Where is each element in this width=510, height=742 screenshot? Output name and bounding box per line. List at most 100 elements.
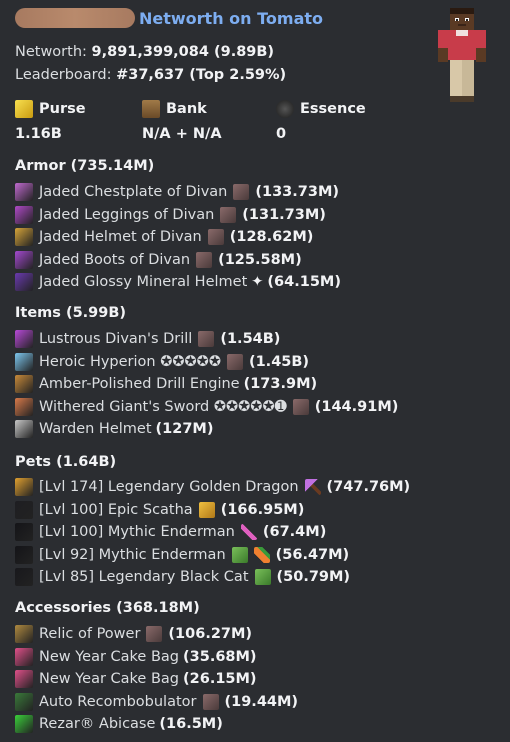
networth-value: 9,891,399,084 (9.89B) xyxy=(91,44,275,60)
gemstone-slot-icon xyxy=(207,229,224,245)
gemstone-slot-icon xyxy=(233,184,250,200)
gemstone-slot-icon xyxy=(226,353,243,370)
items-section-title: Items (5.99B) xyxy=(15,305,127,321)
gold-block-icon xyxy=(198,501,215,518)
accessories-item-value: (35.68M) xyxy=(183,648,257,665)
warden-helmet-icon xyxy=(15,420,33,438)
scatha-icon xyxy=(15,500,33,519)
items-item-value: (127M) xyxy=(155,421,214,437)
armor-item-name: Jaded Chestplate of Divan xyxy=(39,184,228,200)
slime-icon xyxy=(231,546,248,563)
sparkle-icon: ✦ xyxy=(251,274,264,290)
armor-item-name: Jaded Glossy Mineral Helmet xyxy=(39,274,248,290)
sword-icon xyxy=(240,524,257,540)
giant-sword-icon xyxy=(15,397,33,416)
leggings-icon xyxy=(15,205,33,224)
leaderboard-label: Leaderboard: xyxy=(15,67,112,83)
pets-item-value: (56.47M) xyxy=(275,546,350,563)
purse-field: Purse 1.16B xyxy=(15,100,86,142)
armor-section-title: Armor (735.14M) xyxy=(15,158,155,174)
armor-row: Jaded Glossy Mineral Helmet ✦ (64.15M) xyxy=(15,273,341,291)
accessories-item-value: (26.15M) xyxy=(183,671,257,687)
bank-label: Bank xyxy=(166,101,207,117)
relic-icon xyxy=(15,625,33,643)
items-row: Warden Helmet (127M) xyxy=(15,420,213,438)
carrot-icon xyxy=(253,546,270,563)
author-name-redacted xyxy=(15,8,135,28)
networth-line: Networth: 9,891,399,084 (9.89B) xyxy=(15,44,274,60)
bank-field: Bank N/A + N/A xyxy=(142,100,222,142)
pets-section-title: Pets (1.64B) xyxy=(15,454,117,470)
armor-row: Jaded Helmet of Divan (128.62M) xyxy=(15,228,313,246)
items-item-name: Withered Giant's Sword ✪✪✪✪✪➊ xyxy=(39,398,287,415)
accessories-item-value: (16.5M) xyxy=(159,716,223,732)
embed-author: Networth on Tomato xyxy=(15,8,323,28)
pets-item-value: (166.95M) xyxy=(220,501,305,518)
boots-icon xyxy=(15,250,33,269)
armor-item-value: (128.62M) xyxy=(229,229,314,245)
armor-item-name: Jaded Leggings of Divan xyxy=(39,206,215,223)
items-item-value: (144.91M) xyxy=(314,398,399,415)
pets-item-value: (50.79M) xyxy=(276,569,351,585)
bank-value: N/A + N/A xyxy=(142,126,222,142)
gemstone-slot-icon xyxy=(292,398,309,415)
gold-ingot-icon xyxy=(15,100,33,118)
golden-dragon-icon xyxy=(15,478,33,496)
items-item-name: Heroic Hyperion ✪✪✪✪✪ xyxy=(39,353,221,370)
items-row: Amber-Polished Drill Engine (173.9M) xyxy=(15,375,317,393)
chestplate-icon xyxy=(15,183,33,201)
items-row: Withered Giant's Sword ✪✪✪✪✪➊ (144.91M) xyxy=(15,397,399,416)
author-title-link[interactable]: Networth on Tomato xyxy=(139,9,323,28)
cake-bag-icon xyxy=(15,670,33,688)
sword-icon xyxy=(15,352,33,371)
armor-row: Jaded Leggings of Divan (131.73M) xyxy=(15,205,326,224)
items-item-value: (1.54B) xyxy=(220,331,281,347)
accessories-item-name: Relic of Power xyxy=(39,626,141,642)
pets-item-name: [Lvl 100] Epic Scatha xyxy=(39,501,193,518)
armor-item-value: (131.73M) xyxy=(242,206,326,223)
essence-icon xyxy=(276,100,294,118)
essence-value: 0 xyxy=(276,126,287,142)
purse-label: Purse xyxy=(39,101,86,117)
networth-label: Networth: xyxy=(15,44,87,60)
essence-label: Essence xyxy=(300,101,366,117)
abicase-icon xyxy=(15,715,33,733)
gemstone-slot-icon xyxy=(202,693,219,710)
items-item-value: (173.9M) xyxy=(243,376,318,392)
leaderboard-value: #37,637 (Top 2.59%) xyxy=(116,67,287,83)
items-item-name: Warden Helmet xyxy=(39,421,152,437)
gemstone-slot-icon xyxy=(196,251,213,268)
accessories-item-name: Rezar® Abicase xyxy=(39,716,156,732)
helmet-icon xyxy=(15,228,33,246)
gemstone-slot-icon xyxy=(146,626,163,642)
pickaxe-icon xyxy=(304,479,321,495)
leaderboard-line: Leaderboard: #37,637 (Top 2.59%) xyxy=(15,67,286,83)
mineral-helmet-icon xyxy=(15,273,33,291)
armor-item-name: Jaded Boots of Divan xyxy=(39,251,191,268)
pets-row: [Lvl 100] Mythic Enderman (67.4M) xyxy=(15,523,326,541)
pets-item-name: [Lvl 85] Legendary Black Cat xyxy=(39,569,249,585)
enderman-icon xyxy=(15,523,33,541)
accessories-row: New Year Cake Bag (26.15M) xyxy=(15,670,257,688)
pets-row: [Lvl 100] Epic Scatha (166.95M) xyxy=(15,500,305,519)
pets-item-value: (747.76M) xyxy=(326,479,411,495)
pets-row: [Lvl 92] Mythic Enderman (56.47M) xyxy=(15,545,350,564)
essence-field: Essence 0 xyxy=(276,100,366,142)
accessories-item-value: (19.44M) xyxy=(224,693,299,710)
pets-item-name: [Lvl 92] Mythic Enderman xyxy=(39,546,226,563)
gemstone-slot-icon xyxy=(220,206,237,223)
armor-item-name: Jaded Helmet of Divan xyxy=(39,229,202,245)
items-item-name: Lustrous Divan's Drill xyxy=(39,331,193,347)
accessories-section-title: Accessories (368.18M) xyxy=(15,600,200,616)
armor-row: Jaded Chestplate of Divan (133.73M) xyxy=(15,183,339,201)
accessories-row: New Year Cake Bag (35.68M) xyxy=(15,647,257,666)
networth-embed: Networth on Tomato Networth: 9,891,399,0… xyxy=(0,0,510,742)
armor-item-value: (133.73M) xyxy=(255,184,339,200)
drill-icon xyxy=(15,330,33,348)
gemstone-slot-icon xyxy=(198,331,215,347)
accessories-item-name: New Year Cake Bag xyxy=(39,648,180,665)
cake-bag-icon xyxy=(15,647,33,666)
items-row: Heroic Hyperion ✪✪✪✪✪ (1.45B) xyxy=(15,352,309,371)
player-skin-thumbnail xyxy=(438,8,486,102)
accessories-row: Auto Recombobulator (19.44M) xyxy=(15,692,299,711)
